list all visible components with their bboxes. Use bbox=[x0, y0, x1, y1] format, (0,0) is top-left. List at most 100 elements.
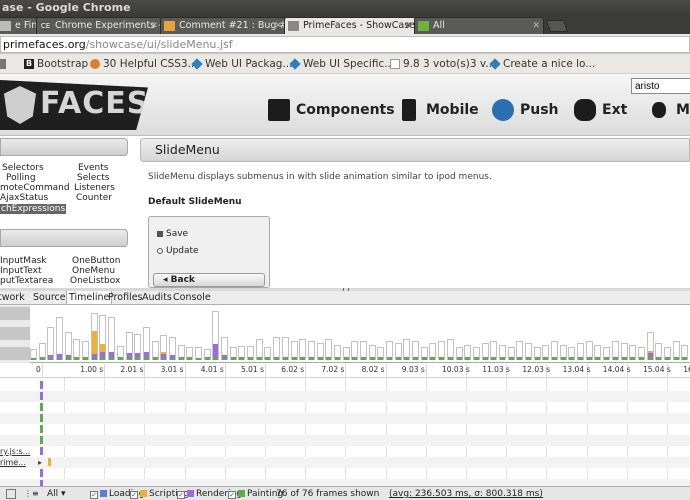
frame-bar[interactable] bbox=[368, 344, 376, 360]
frame-bar[interactable] bbox=[142, 326, 150, 360]
frame-bar[interactable] bbox=[195, 346, 202, 360]
tab-network[interactable]: twork bbox=[0, 291, 25, 304]
browser-tab[interactable]: All ✕ bbox=[414, 17, 544, 34]
frame-bar[interactable] bbox=[420, 346, 428, 360]
sidebar-link[interactable]: moteCommand bbox=[0, 183, 70, 193]
record-source-link[interactable]: ry.js:s... bbox=[0, 446, 30, 457]
search-input[interactable] bbox=[631, 78, 690, 94]
frame-bar[interactable] bbox=[412, 341, 420, 360]
frame-bar[interactable] bbox=[481, 342, 489, 360]
frame-bar[interactable] bbox=[490, 341, 498, 360]
nav-mobile[interactable]: Mobile bbox=[398, 98, 479, 122]
browser-tab[interactable]: CE Chrome Experiments - Ho ✕ bbox=[36, 17, 162, 34]
overview-mode-events[interactable] bbox=[0, 307, 30, 320]
tab-console[interactable]: Console bbox=[173, 291, 211, 304]
tab-audits[interactable]: Audits bbox=[142, 291, 172, 304]
record-event-bar[interactable] bbox=[40, 403, 43, 411]
close-tab-icon[interactable]: ✕ bbox=[274, 18, 282, 34]
frame-bar[interactable] bbox=[585, 341, 593, 360]
record-event-bar[interactable] bbox=[40, 447, 43, 455]
frame-bar[interactable] bbox=[542, 344, 550, 360]
frame-bar[interactable] bbox=[238, 345, 246, 360]
record-event-bar[interactable] bbox=[40, 425, 43, 433]
nav-more[interactable]: Mo bbox=[648, 98, 690, 122]
sidebar-link[interactable]: Counter bbox=[76, 193, 112, 203]
frame-bar[interactable] bbox=[351, 341, 359, 360]
frame-bar[interactable] bbox=[264, 346, 272, 360]
frame-bar[interactable] bbox=[160, 335, 168, 360]
frame-bar[interactable] bbox=[342, 346, 350, 360]
frame-bar[interactable] bbox=[168, 337, 176, 360]
frame-bar[interactable] bbox=[108, 316, 116, 360]
frame-bar[interactable] bbox=[516, 341, 524, 360]
frame-bar[interactable] bbox=[377, 346, 385, 360]
tab-profiles[interactable]: Profiles bbox=[108, 291, 143, 304]
sidebar-link-selected[interactable]: chExpressions bbox=[0, 204, 67, 214]
frame-bar[interactable] bbox=[255, 339, 263, 360]
frame-bar[interactable] bbox=[82, 341, 90, 360]
frame-bar[interactable] bbox=[56, 317, 64, 360]
frame-bar[interactable] bbox=[134, 333, 142, 360]
frame-bar[interactable] bbox=[325, 339, 333, 360]
frame-bar[interactable] bbox=[273, 337, 281, 360]
frame-bar[interactable] bbox=[30, 348, 37, 360]
timeline-overview[interactable] bbox=[0, 305, 690, 363]
frame-bar[interactable] bbox=[568, 346, 576, 360]
frame-bar[interactable] bbox=[333, 344, 341, 360]
frame-bar[interactable] bbox=[507, 346, 515, 360]
timeline-record-row[interactable] bbox=[0, 380, 690, 391]
timeline-records[interactable]: ry.js:s... rime... ▸ bbox=[0, 378, 690, 490]
frame-bar[interactable] bbox=[47, 326, 55, 360]
frame-bar[interactable] bbox=[212, 310, 220, 360]
timeline-record-row[interactable] bbox=[0, 468, 690, 479]
record-event-bar[interactable] bbox=[48, 458, 51, 466]
expand-arrow-icon[interactable]: ▸ bbox=[38, 457, 42, 468]
frame-bar[interactable] bbox=[672, 341, 680, 360]
dock-icon[interactable] bbox=[6, 489, 16, 499]
close-tab-icon[interactable]: ✕ bbox=[532, 18, 540, 34]
sidebar-link[interactable]: InputText bbox=[0, 266, 42, 276]
bookmark[interactable]: 9.8 3 voto(s)3 v... bbox=[390, 57, 495, 71]
frame-bar[interactable] bbox=[681, 344, 689, 360]
browser-tab[interactable]: Comment #21 : Bug #111 ✕ bbox=[160, 17, 286, 34]
sidebar-link[interactable]: Events bbox=[78, 163, 108, 173]
timeline-record-row[interactable]: rime... ▸ bbox=[0, 457, 690, 468]
tab-sources[interactable]: Sources bbox=[33, 291, 71, 304]
frame-bar[interactable] bbox=[577, 342, 585, 360]
frame-bar[interactable] bbox=[620, 342, 628, 360]
frame-bar[interactable] bbox=[307, 341, 315, 360]
nav-components[interactable]: Components bbox=[268, 98, 395, 122]
bookmark[interactable]: Web UI Specific... bbox=[289, 57, 394, 71]
frame-bar[interactable] bbox=[290, 341, 298, 360]
bookmark[interactable]: Web UI Packag... bbox=[191, 57, 292, 71]
frame-bar[interactable] bbox=[73, 339, 81, 360]
frames-average[interactable]: (avg: 236.503 ms, σ: 800.318 ms) bbox=[389, 488, 543, 500]
close-tab-icon[interactable]: ✕ bbox=[150, 18, 158, 34]
timeline-record-row[interactable] bbox=[0, 391, 690, 402]
frame-bar[interactable] bbox=[551, 341, 559, 360]
sidebar-header[interactable] bbox=[0, 229, 128, 247]
frame-bar[interactable] bbox=[64, 331, 72, 360]
tab-timeline[interactable]: Timeline bbox=[66, 291, 113, 304]
frame-bar[interactable] bbox=[221, 337, 229, 360]
bookmark[interactable]: B Bootstrap bbox=[24, 57, 88, 71]
bookmark[interactable]: Create a nice lo... bbox=[489, 57, 595, 71]
frame-bar[interactable] bbox=[394, 342, 402, 360]
frame-bar[interactable] bbox=[603, 346, 611, 360]
frame-bar[interactable] bbox=[646, 331, 654, 360]
frame-bar[interactable] bbox=[281, 337, 289, 360]
new-tab-button[interactable] bbox=[545, 20, 569, 32]
filter-painting[interactable]: ✓ Painting bbox=[228, 488, 283, 500]
sidebar-header[interactable] bbox=[0, 138, 128, 156]
frame-bar[interactable] bbox=[125, 331, 133, 360]
record-source-link[interactable]: rime... bbox=[0, 457, 26, 468]
menu-item-update[interactable]: Update bbox=[157, 246, 199, 256]
timeline-record-row[interactable]: ry.js:s... bbox=[0, 446, 690, 457]
record-icon[interactable]: ⋮≡ bbox=[24, 488, 39, 500]
frame-bar[interactable] bbox=[525, 342, 532, 360]
sidebar-link[interactable]: OneButton bbox=[72, 256, 120, 266]
frame-bar[interactable] bbox=[446, 339, 454, 360]
address-bar[interactable]: primefaces.org/showcase/ui/slideMenu.jsf bbox=[0, 36, 690, 53]
record-event-bar[interactable] bbox=[40, 392, 43, 400]
sidebar-link[interactable]: OneMenu bbox=[72, 266, 115, 276]
